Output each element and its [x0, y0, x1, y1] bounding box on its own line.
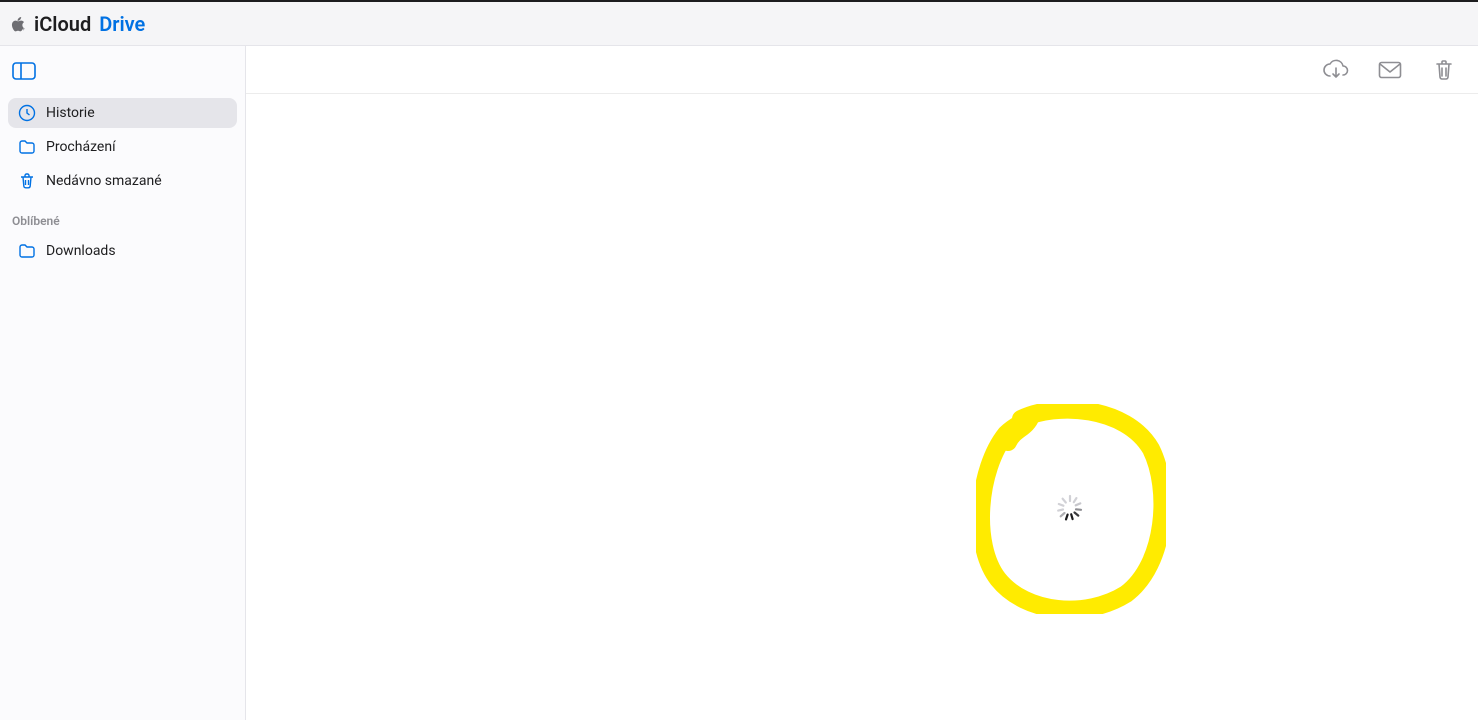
title-drive: Drive [99, 12, 145, 36]
app-header: iCloud Drive [0, 0, 1478, 46]
sidebar-item-label: Nedávno smazané [46, 173, 162, 189]
loading-spinner-icon [1056, 494, 1084, 522]
toolbar [246, 46, 1478, 94]
sidebar-item-history[interactable]: Historie [8, 98, 237, 128]
sidebar-item-label: Downloads [46, 243, 116, 259]
delete-button[interactable] [1430, 56, 1458, 84]
trash-icon [18, 172, 36, 190]
sidebar-toggle-button[interactable] [12, 62, 36, 80]
favorites-header: Oblíbené [8, 200, 237, 232]
sidebar-item-label: Historie [46, 105, 95, 121]
content-canvas [246, 94, 1478, 720]
download-button[interactable] [1322, 56, 1350, 84]
sidebar: Historie Procházení Nedávno smazané Oblí… [0, 46, 246, 720]
clock-icon [18, 104, 36, 122]
sidebar-item-downloads[interactable]: Downloads [8, 236, 237, 266]
share-email-button[interactable] [1376, 56, 1404, 84]
apple-logo-icon [10, 16, 26, 32]
title-icloud: iCloud [34, 12, 91, 36]
sidebar-item-browse[interactable]: Procházení [8, 132, 237, 162]
main-area [246, 46, 1478, 720]
sidebar-item-recently-deleted[interactable]: Nedávno smazané [8, 166, 237, 196]
folder-icon [18, 242, 36, 260]
sidebar-item-label: Procházení [46, 139, 116, 155]
folder-icon [18, 138, 36, 156]
workspace: Historie Procházení Nedávno smazané Oblí… [0, 46, 1478, 720]
